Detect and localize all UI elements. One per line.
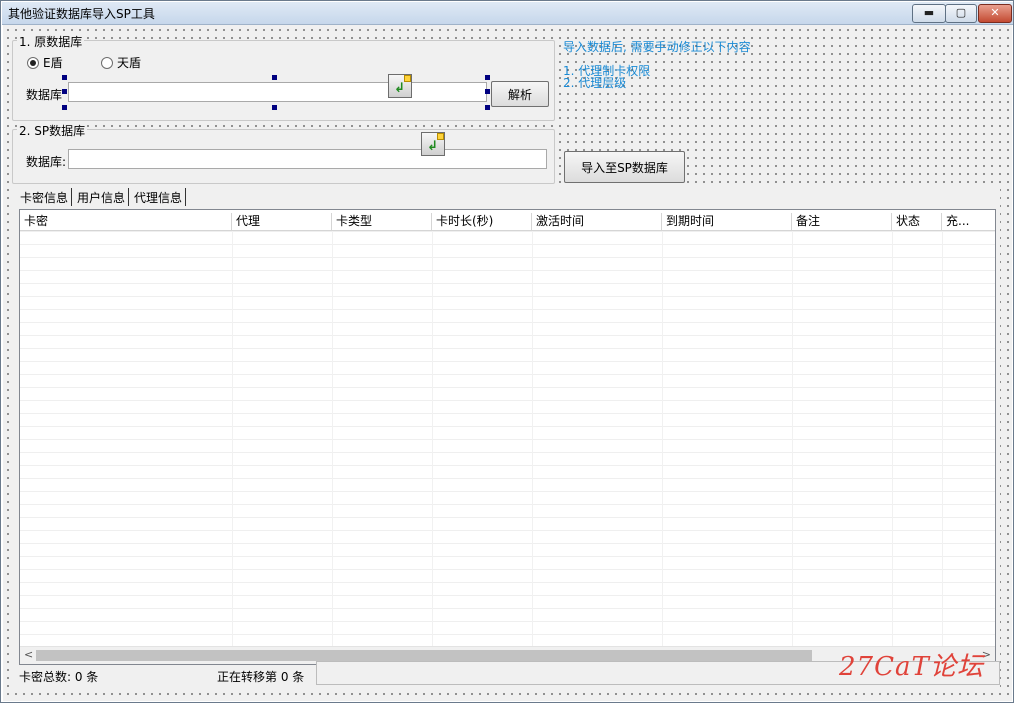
notes-heading: 导入数据后, 需要手动修正以下内容 — [563, 40, 751, 54]
database-open-icon[interactable]: ↲ — [421, 132, 445, 156]
column-header-agent[interactable]: 代理 — [232, 213, 332, 230]
minimize-button[interactable]: ▬ — [912, 4, 946, 23]
grid-column-line — [892, 231, 893, 647]
column-header-recharge[interactable]: 充... — [942, 213, 995, 230]
notes-item-2: 2. 代理层级 — [563, 76, 627, 90]
selection-handle — [272, 75, 277, 80]
column-header-expire-time[interactable]: 到期时间 — [662, 213, 792, 230]
column-header-status[interactable]: 状态 — [892, 213, 942, 230]
sp-db-path-input[interactable] — [68, 149, 547, 169]
sp-db-group: 2. SP数据库 数据库: — [12, 122, 555, 184]
grid-column-line — [232, 231, 233, 647]
close-button[interactable]: ✕ — [978, 4, 1012, 23]
source-db-group: 1. 原数据库 E盾 天盾 数据库 解析 — [12, 33, 555, 121]
column-header-card-type[interactable]: 卡类型 — [332, 213, 432, 230]
grid-column-line — [532, 231, 533, 647]
database-open-icon[interactable]: ↲ — [388, 74, 412, 98]
radio-edun[interactable]: E盾 — [27, 54, 63, 71]
tab-card-info[interactable]: 卡密信息 — [17, 188, 73, 206]
grid-column-line — [662, 231, 663, 647]
selection-handle — [62, 105, 67, 110]
import-to-sp-button[interactable]: 导入至SP数据库 — [564, 151, 685, 183]
grid-column-line — [942, 231, 943, 647]
selection-handle — [62, 75, 67, 80]
maximize-icon: ▢ — [955, 6, 967, 19]
source-db-path-input[interactable] — [68, 82, 487, 102]
card-info-grid[interactable]: 卡密 代理 卡类型 卡时长(秒) 激活时间 到期时间 备注 状态 充... < — [19, 209, 996, 665]
selection-handle — [62, 89, 67, 94]
maximize-button[interactable]: ▢ — [945, 4, 977, 23]
tab-agent-info[interactable]: 代理信息 — [131, 188, 187, 206]
sp-db-label: 数据库: — [26, 155, 67, 169]
column-header-duration[interactable]: 卡时长(秒) — [432, 213, 532, 230]
grid-column-line — [432, 231, 433, 647]
column-header-activation-time[interactable]: 激活时间 — [532, 213, 662, 230]
source-group-legend: 1. 原数据库 — [17, 33, 85, 50]
form-client-area: 1. 原数据库 E盾 天盾 数据库 解析 ↲ 2. SP数据库 数据库: ↲ 导… — [3, 25, 1012, 701]
app-window: 其他验证数据库导入SP工具 ▬ ▢ ✕ 1. 原数据库 E盾 天盾 数据库 解析 — [0, 0, 1014, 703]
radio-tiandun[interactable]: 天盾 — [101, 54, 141, 71]
grid-column-line — [792, 231, 793, 647]
sp-group-legend: 2. SP数据库 — [17, 122, 88, 139]
selection-handle — [485, 75, 490, 80]
radio-tiandun-label: 天盾 — [117, 56, 142, 70]
radio-unselected-icon — [101, 56, 113, 69]
parse-button[interactable]: 解析 — [491, 81, 549, 107]
radio-edun-label: E盾 — [43, 56, 63, 70]
source-db-label: 数据库 — [26, 88, 63, 102]
scroll-left-icon[interactable]: < — [24, 648, 33, 661]
radio-selected-icon — [27, 56, 39, 69]
transfer-status: 正在转移第 0 条 — [217, 670, 305, 684]
grid-header: 卡密 代理 卡类型 卡时长(秒) 激活时间 到期时间 备注 状态 充... — [20, 213, 995, 231]
selection-handle — [485, 89, 490, 94]
tab-strip: 卡密信息 用户信息 代理信息 — [17, 188, 188, 208]
grid-column-line — [332, 231, 333, 647]
minimize-icon: ▬ — [923, 6, 935, 19]
watermark-logo: 27CaT论坛 — [839, 652, 984, 682]
selection-handle — [272, 105, 277, 110]
title-bar[interactable]: 其他验证数据库导入SP工具 ▬ ▢ ✕ — [2, 2, 1013, 25]
scroll-thumb[interactable] — [36, 650, 812, 661]
window-title: 其他验证数据库导入SP工具 — [8, 7, 155, 21]
column-header-card[interactable]: 卡密 — [20, 213, 232, 230]
tab-user-info[interactable]: 用户信息 — [74, 188, 130, 206]
grid-body[interactable] — [20, 231, 995, 647]
column-header-remark[interactable]: 备注 — [792, 213, 892, 230]
close-icon: ✕ — [990, 6, 1000, 19]
selection-handle — [485, 105, 490, 110]
card-total-status: 卡密总数: 0 条 — [19, 670, 99, 684]
